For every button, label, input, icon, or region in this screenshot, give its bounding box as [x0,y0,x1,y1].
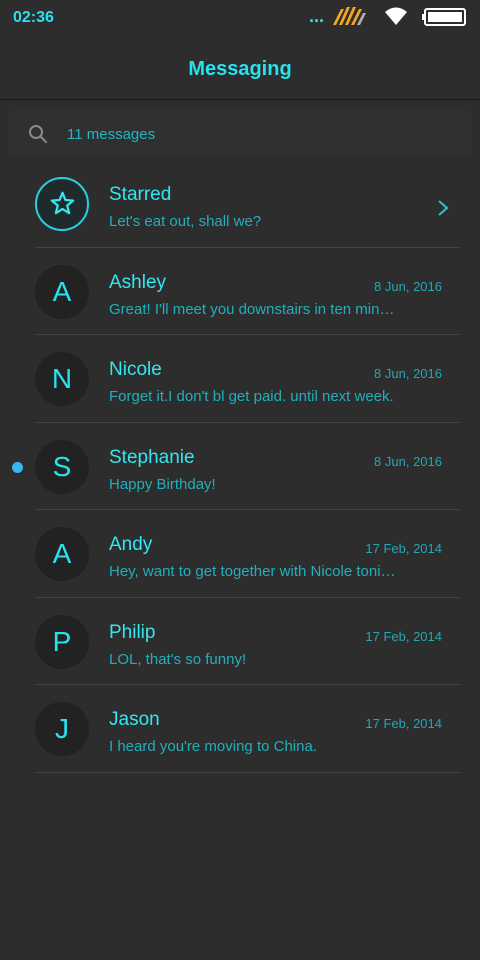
contact-name: Philip [109,621,156,643]
conversation-row-stephanie[interactable]: S Stephanie 8 Jun, 2016 Happy Birthday! [0,423,480,510]
message-preview: Great! I'll meet you downstairs in ten m… [109,300,399,318]
conversation-row-ashley[interactable]: A Ashley 8 Jun, 2016 Great! I'll meet yo… [0,248,480,335]
message-preview: Hey, want to get together with Nicole to… [109,563,399,580]
conversation-row-andy[interactable]: A Andy 17 Feb, 2014 Hey, want to get tog… [0,510,480,598]
avatar-initial: A [52,538,72,569]
star-icon [50,191,75,215]
messaging-screen: 02:36 ... Messaging 11 messages Starred … [0,0,480,960]
avatar-initial: S [52,450,72,482]
starred-preview: Let's eat out, shall we? [109,213,262,230]
message-preview: LOL, that's so funny! [109,650,247,668]
message-preview: Forget it.I don't bl get paid. until nex… [109,388,394,405]
contact-name: Jason [109,709,160,730]
avatar-initial: P [52,625,72,657]
message-date: 17 Feb, 2014 [365,716,442,731]
message-date: 8 Jun, 2016 [374,278,442,294]
conversation-row-jason[interactable]: J Jason 17 Feb, 2014 I heard you're movi… [0,685,480,773]
message-preview: I heard you're moving to China. [109,738,317,755]
battery-icon [422,8,466,26]
title-bar: Messaging [0,36,480,100]
unread-dot [12,461,23,473]
carrier-stripes-icon [333,7,366,25]
divider [35,771,460,773]
starred-avatar [35,177,89,231]
message-date: 8 Jun, 2016 [374,366,442,381]
contact-name: Ashley [109,271,167,293]
page-title: Messaging [188,58,292,80]
starred-title: Starred [109,184,172,205]
chevron-right-icon [438,200,449,216]
avatar: S [35,439,89,494]
contact-name: Stephanie [109,446,195,468]
message-date: 17 Feb, 2014 [365,541,442,556]
avatar: J [35,702,89,756]
message-count: 11 messages [67,126,156,143]
avatar-initial: J [55,713,69,744]
message-preview: Happy Birthday! [109,475,216,493]
status-time: 02:36 [13,9,54,26]
avatar: A [35,264,89,319]
message-date: 8 Jun, 2016 [374,453,442,469]
message-date: 17 Feb, 2014 [365,628,442,644]
wifi-icon [385,7,407,25]
conversation-row-philip[interactable]: P Philip 17 Feb, 2014 LOL, that's so fun… [0,598,480,685]
status-bar: 02:36 ... [0,0,480,36]
signal-dots: ... [309,6,325,26]
message-list: Starred Let's eat out, shall we? A Ashle… [0,160,480,773]
avatar-initial: A [52,275,72,307]
search-icon [29,125,47,143]
contact-name: Nicole [109,359,162,380]
avatar-initial: N [51,363,73,394]
contact-name: Andy [109,534,153,555]
conversation-row-nicole[interactable]: N Nicole 8 Jun, 2016 Forget it.I don't b… [0,335,480,423]
avatar: N [35,352,89,406]
avatar: P [35,614,89,669]
search-bar[interactable]: 11 messages [8,110,472,156]
starred-row[interactable]: Starred Let's eat out, shall we? [0,160,480,248]
avatar: A [35,527,89,581]
